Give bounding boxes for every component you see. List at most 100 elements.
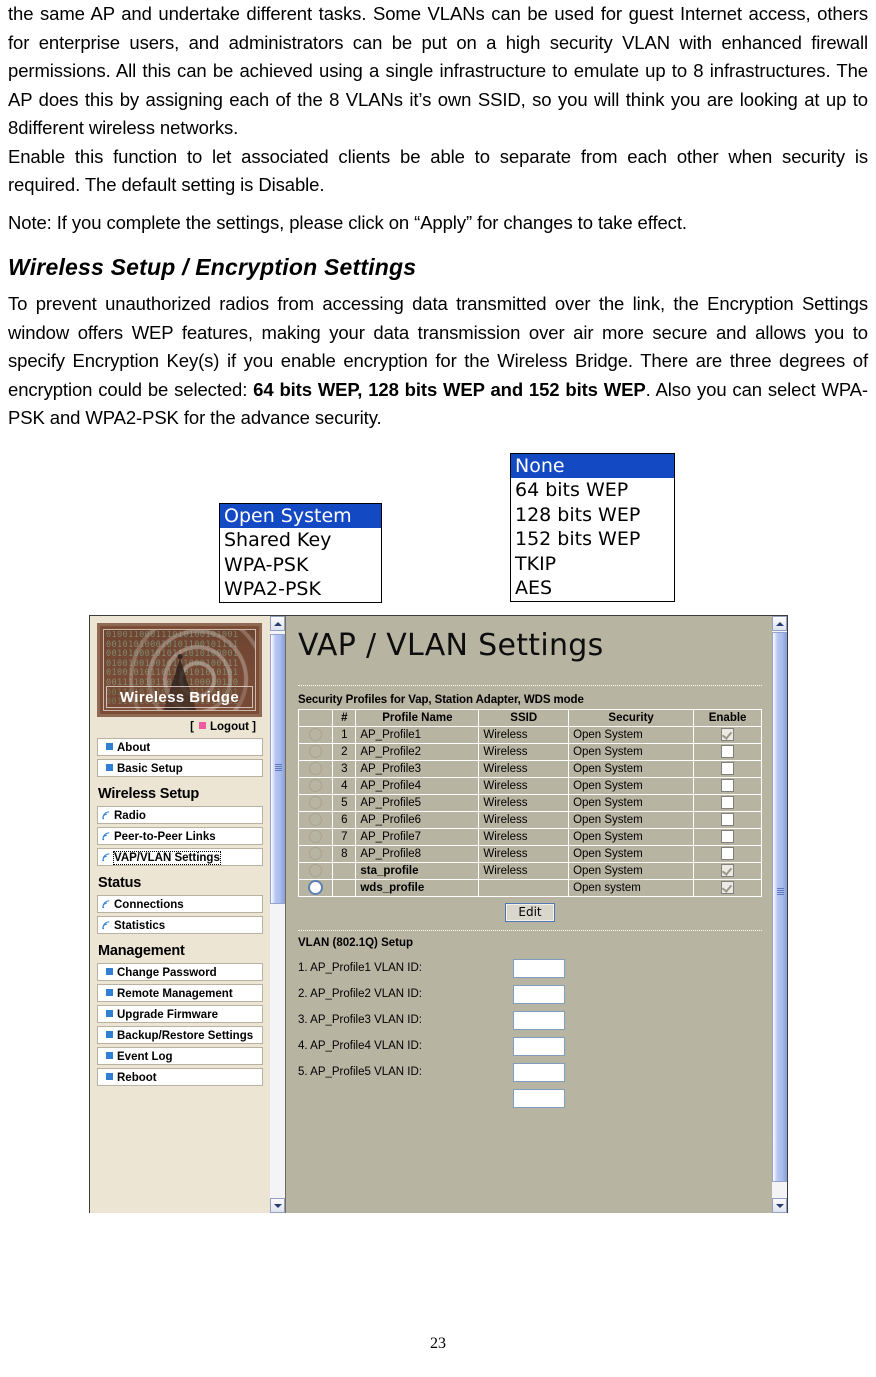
row-radio-cell[interactable]: [297, 777, 334, 795]
encryption-option-none[interactable]: None: [511, 453, 674, 478]
sidebar-item-statistics[interactable]: Statistics: [97, 916, 263, 934]
row-enable-cell[interactable]: [693, 794, 762, 812]
enable-checkbox[interactable]: [721, 864, 735, 877]
enable-checkbox[interactable]: [721, 728, 735, 741]
sidebar-item-change-password[interactable]: Change Password: [97, 963, 263, 981]
main-scrollbar[interactable]: [772, 616, 787, 1213]
table-row[interactable]: 2 AP_Profile2 Wireless Open System: [297, 743, 762, 761]
profile-radio[interactable]: [309, 796, 323, 809]
encryption-type-list[interactable]: None 64 bits WEP 128 bits WEP 152 bits W…: [510, 452, 675, 602]
encryption-option-aes[interactable]: AES: [511, 576, 674, 601]
row-radio-cell[interactable]: [297, 760, 334, 778]
enable-checkbox[interactable]: [721, 796, 735, 809]
enable-checkbox[interactable]: [721, 847, 735, 860]
enable-checkbox[interactable]: [721, 830, 735, 843]
table-row[interactable]: 3 AP_Profile3 Wireless Open System: [297, 760, 762, 778]
sidebar-item-basic-setup[interactable]: Basic Setup: [97, 759, 263, 777]
sidebar-item-remote-management[interactable]: Remote Management: [97, 984, 263, 1002]
edit-button[interactable]: Edit: [505, 903, 555, 922]
sidebar-item-about[interactable]: About: [97, 738, 263, 756]
main-scrollbar-thumb[interactable]: [772, 632, 787, 1182]
row-radio-cell[interactable]: [297, 794, 334, 812]
sidebar-item-upgrade-firmware[interactable]: Upgrade Firmware: [97, 1005, 263, 1023]
row-radio-cell[interactable]: [297, 862, 334, 880]
profile-radio[interactable]: [309, 762, 323, 775]
sidebar-item-reboot[interactable]: Reboot: [97, 1068, 263, 1086]
profile-radio[interactable]: [309, 830, 323, 843]
profile-radio[interactable]: [309, 779, 323, 792]
row-radio-cell[interactable]: [297, 811, 334, 829]
vlan-id-input[interactable]: [513, 1062, 565, 1082]
logout-link[interactable]: Logout: [210, 721, 249, 733]
enable-checkbox[interactable]: [721, 762, 735, 775]
column-header-profile-name: Profile Name: [355, 709, 480, 727]
auth-option-wpa-psk[interactable]: WPA-PSK: [220, 553, 381, 578]
sidebar-scroll-up-button[interactable]: [270, 616, 285, 631]
vlan-id-input[interactable]: [513, 958, 565, 978]
sidebar-item-event-log[interactable]: Event Log: [97, 1047, 263, 1065]
sidebar-scrollbar-thumb[interactable]: [270, 634, 285, 904]
sidebar-scrollbar[interactable]: [270, 616, 285, 1213]
table-row[interactable]: sta_profile Wireless Open System: [297, 862, 762, 880]
enable-checkbox[interactable]: [721, 779, 735, 792]
row-enable-cell[interactable]: [693, 777, 762, 795]
vlan-row: 2. AP_Profile2 VLAN ID:: [298, 981, 762, 1007]
sidebar-item-peer-to-peer-links[interactable]: Peer-to-Peer Links: [97, 827, 263, 845]
row-radio-cell[interactable]: [297, 743, 334, 761]
divider: [298, 685, 762, 686]
profile-radio[interactable]: [308, 880, 324, 895]
table-row[interactable]: 7 AP_Profile7 Wireless Open System: [297, 828, 762, 846]
sidebar-scroll-down-button[interactable]: [270, 1198, 285, 1213]
row-enable-cell[interactable]: [693, 743, 762, 761]
table-row[interactable]: 5 AP_Profile5 Wireless Open System: [297, 794, 762, 812]
encryption-option-tkip[interactable]: TKIP: [511, 552, 674, 577]
encryption-option-152-bits-wep[interactable]: 152 bits WEP: [511, 527, 674, 552]
main-scroll-up-button[interactable]: [772, 616, 787, 631]
sidebar-item-radio[interactable]: Radio: [97, 806, 263, 824]
row-enable-cell[interactable]: [693, 726, 762, 744]
table-row[interactable]: wds_profile Open system: [297, 879, 762, 897]
row-radio-cell[interactable]: [297, 828, 334, 846]
encryption-option-128-bits-wep[interactable]: 128 bits WEP: [511, 503, 674, 528]
divider: [298, 930, 762, 931]
table-row[interactable]: 6 AP_Profile6 Wireless Open System: [297, 811, 762, 829]
enable-checkbox[interactable]: [721, 745, 735, 758]
vlan-id-input[interactable]: [513, 1036, 565, 1056]
row-radio-cell[interactable]: [297, 845, 334, 863]
row-enable-cell[interactable]: [693, 845, 762, 863]
row-enable-cell[interactable]: [693, 828, 762, 846]
row-radio-cell[interactable]: [297, 726, 334, 744]
table-row[interactable]: 8 AP_Profile8 Wireless Open System: [297, 845, 762, 863]
row-enable-cell[interactable]: [693, 760, 762, 778]
profile-radio[interactable]: [309, 745, 323, 758]
sidebar-item-connections[interactable]: Connections: [97, 895, 263, 913]
row-profile-name: AP_Profile6: [355, 811, 480, 829]
profile-radio[interactable]: [309, 847, 323, 860]
row-enable-cell[interactable]: [693, 811, 762, 829]
row-radio-cell[interactable]: [297, 879, 334, 897]
auth-option-wpa2-psk[interactable]: WPA2-PSK: [220, 577, 381, 602]
vlan-id-input[interactable]: [513, 1088, 565, 1108]
row-enable-cell[interactable]: [693, 862, 762, 880]
table-row[interactable]: 4 AP_Profile4 Wireless Open System: [297, 777, 762, 795]
encryption-option-64-bits-wep[interactable]: 64 bits WEP: [511, 478, 674, 503]
row-security: Open System: [568, 828, 695, 846]
vlan-id-input[interactable]: [513, 984, 565, 1004]
enable-checkbox[interactable]: [721, 881, 735, 894]
authentication-type-list[interactable]: Open System Shared Key WPA-PSK WPA2-PSK: [219, 502, 382, 603]
profile-radio[interactable]: [309, 864, 323, 877]
table-row[interactable]: 1 AP_Profile1 Wireless Open System: [297, 726, 762, 744]
auth-option-open-system[interactable]: Open System: [220, 503, 381, 528]
edit-button-row: Edit: [298, 897, 762, 922]
auth-option-shared-key[interactable]: Shared Key: [220, 528, 381, 553]
profile-radio[interactable]: [309, 813, 323, 826]
table-caption: Security Profiles for Vap, Station Adapt…: [298, 694, 584, 706]
vlan-id-input[interactable]: [513, 1010, 565, 1030]
enable-checkbox[interactable]: [721, 813, 735, 826]
profile-radio[interactable]: [309, 728, 323, 741]
sidebar-item-vap-vlan-settings[interactable]: VAP/VLAN Settings: [97, 848, 263, 866]
main-scroll-down-button[interactable]: [772, 1198, 787, 1213]
row-enable-cell[interactable]: [693, 879, 762, 897]
sidebar-item-backup-restore-settings[interactable]: Backup/Restore Settings: [97, 1026, 263, 1044]
